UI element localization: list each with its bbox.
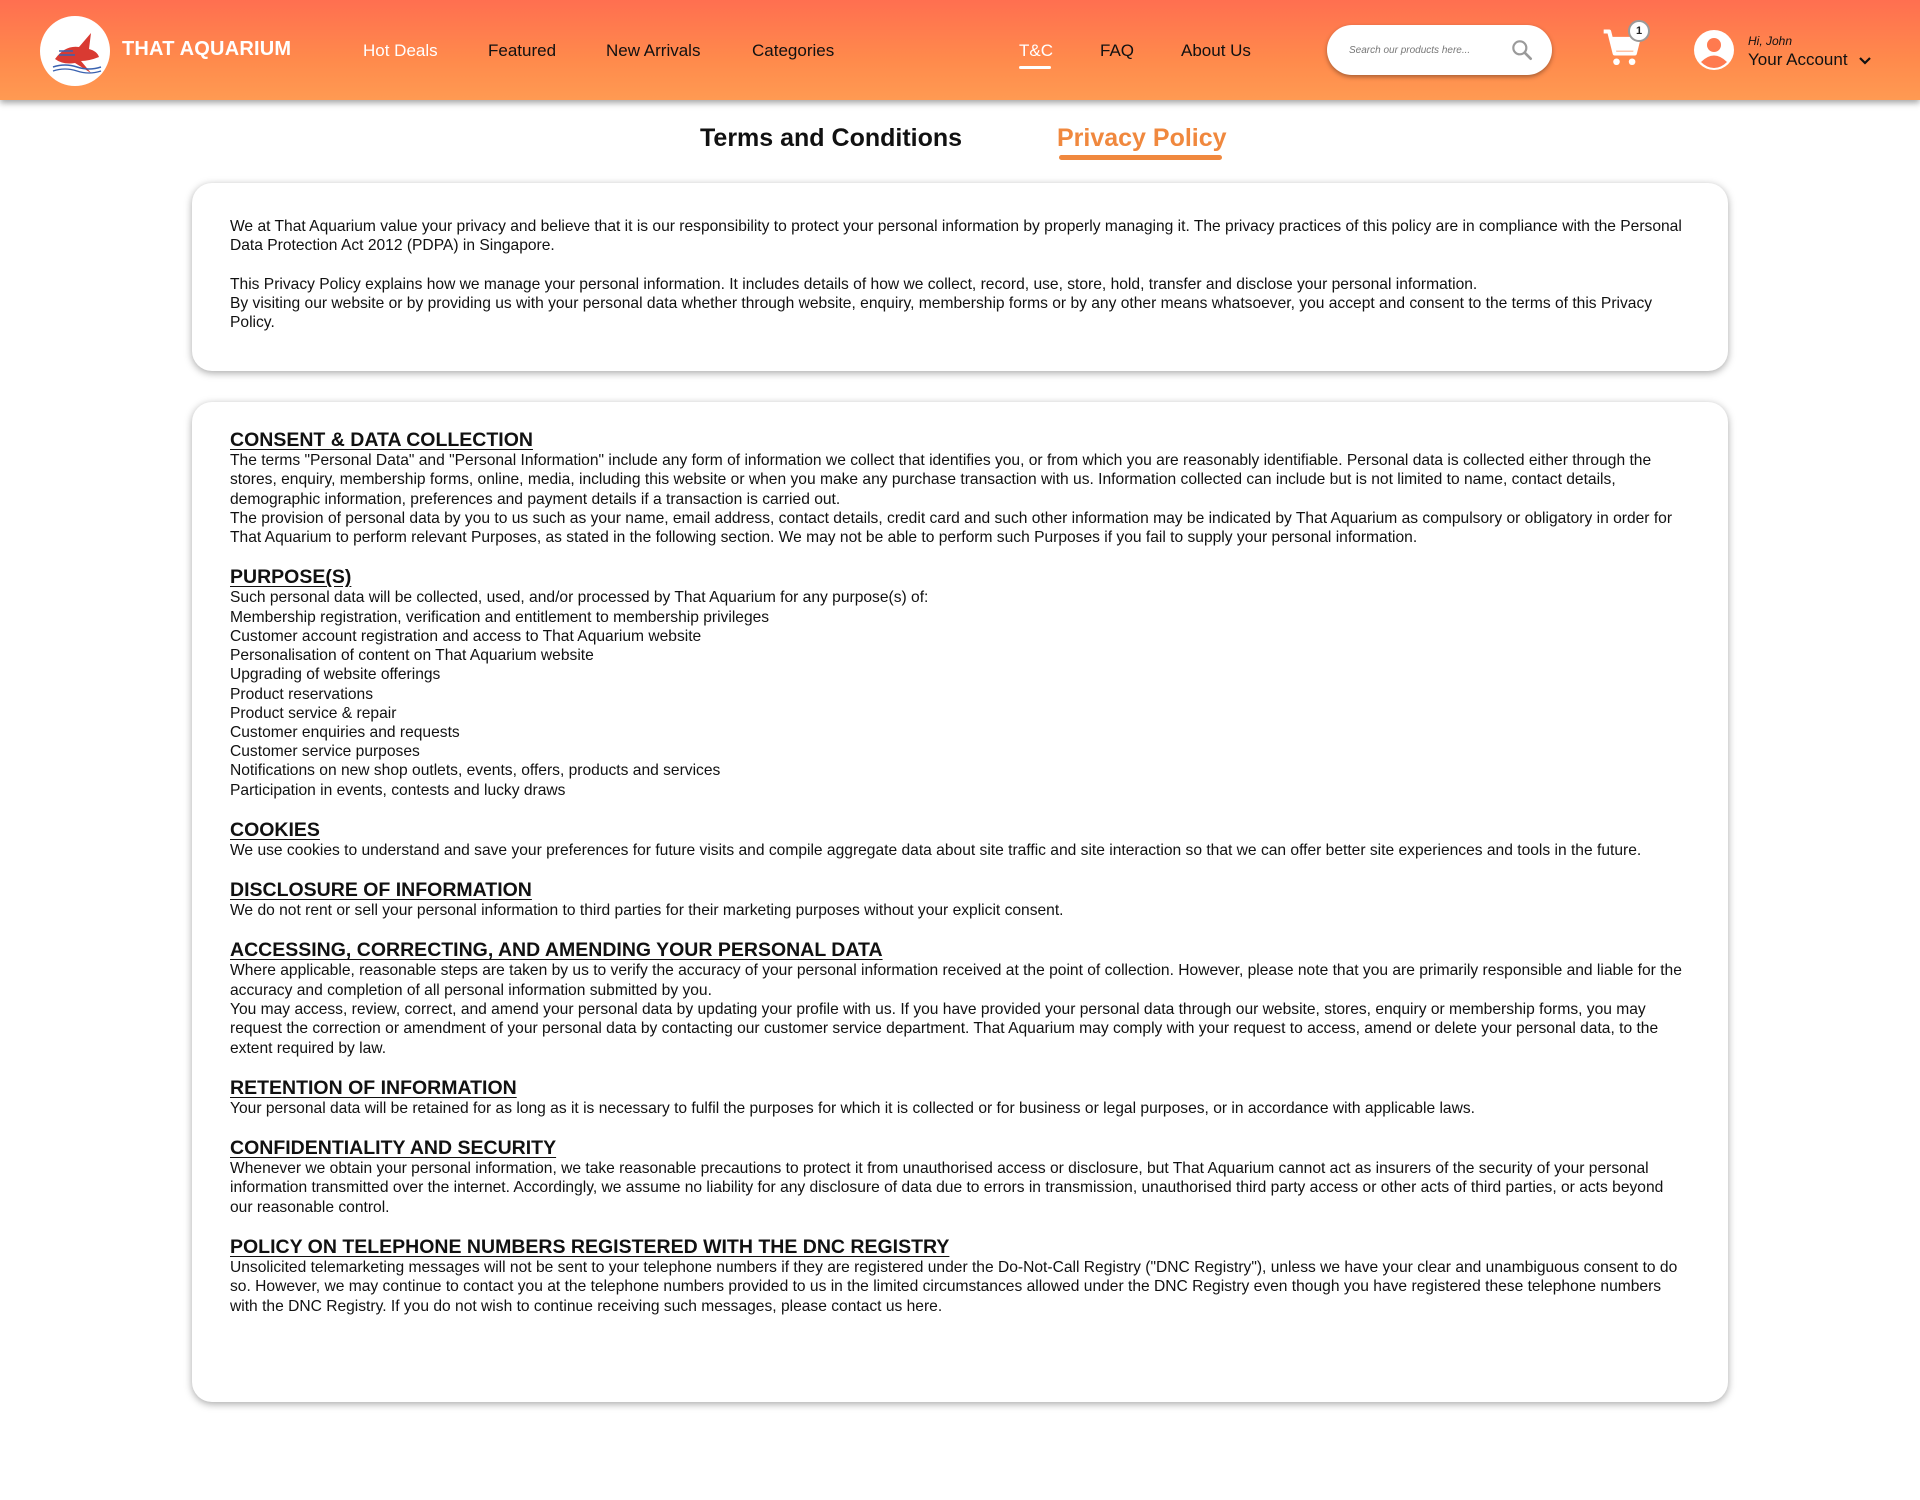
chevron-down-icon[interactable]: [1858, 54, 1872, 68]
intro-paragraph: By visiting our website or by providing …: [230, 294, 1653, 332]
search-input[interactable]: [1349, 40, 1499, 60]
list-item: Upgrading of website offerings: [230, 666, 441, 684]
tab-terms-and-conditions[interactable]: Terms and Conditions: [700, 124, 962, 153]
angelfish-logo-icon: [52, 33, 102, 74]
section-paragraph: Where applicable, reasonable steps are t…: [230, 962, 1682, 999]
top-navbar: THAT AQUARIUM Hot Deals Featured New Arr…: [0, 0, 1920, 100]
intro-paragraph: We at That Aquarium value your privacy a…: [230, 218, 1682, 255]
section-paragraph: We do not rent or sell your personal inf…: [230, 902, 1064, 920]
tab-privacy-policy[interactable]: Privacy Policy: [1057, 124, 1227, 153]
list-item: Product reservations: [230, 685, 374, 703]
brand-name[interactable]: THAT AQUARIUM: [122, 38, 291, 61]
privacy-policy-card: CONSENT & DATA COLLECTION The terms "Per…: [192, 402, 1728, 1402]
search-icon[interactable]: [1509, 37, 1535, 63]
nav-new-arrivals[interactable]: New Arrivals: [606, 41, 700, 61]
section-paragraph: Unsolicited telemarketing messages will …: [230, 1259, 1678, 1315]
section-heading: RETENTION OF INFORMATION: [230, 1076, 517, 1099]
list-item: Customer service purposes: [230, 743, 420, 761]
section-paragraph: The terms "Personal Data" and "Personal …: [230, 452, 1652, 508]
list-item: Customer account registration and access…: [230, 627, 702, 645]
nav-faq[interactable]: FAQ: [1100, 41, 1134, 61]
list-item: Personalisation of content on That Aquar…: [230, 647, 594, 665]
list-item: Participation in events, contests and lu…: [230, 781, 566, 799]
user-avatar-icon[interactable]: [1693, 29, 1735, 71]
section-heading: DISCLOSURE OF INFORMATION: [230, 879, 532, 902]
cart-count-badge: 1: [1628, 20, 1650, 42]
purpose-list: Membership registration, verification an…: [230, 608, 1690, 800]
nav-featured[interactable]: Featured: [488, 41, 556, 61]
account-menu[interactable]: Your Account: [1748, 50, 1848, 70]
section-heading: CONSENT & DATA COLLECTION: [230, 429, 533, 451]
section-paragraph: Such personal data will be collected, us…: [230, 589, 929, 607]
user-greeting: Hi, John: [1748, 34, 1793, 48]
active-tab-indicator: [1059, 155, 1222, 160]
list-item: Product service & repair: [230, 704, 397, 722]
nav-about-us[interactable]: About Us: [1181, 41, 1251, 61]
search-bar: [1327, 25, 1552, 75]
section-paragraph: We use cookies to understand and save yo…: [230, 841, 1642, 859]
section-heading: CONFIDENTIALITY AND SECURITY: [230, 1137, 557, 1160]
section-heading: PURPOSE(S): [230, 566, 352, 589]
section-paragraph: Whenever we obtain your personal informa…: [230, 1160, 1664, 1216]
nav-active-indicator: [1019, 66, 1051, 69]
nav-categories[interactable]: Categories: [752, 41, 834, 61]
list-item: Customer enquiries and requests: [230, 724, 460, 741]
section-paragraph: Your personal data will be retained for …: [230, 1099, 1475, 1117]
nav-tc[interactable]: T&C: [1019, 41, 1053, 61]
section-heading: COOKIES: [230, 818, 320, 841]
brand-logo[interactable]: [40, 16, 110, 86]
intro-paragraph: This Privacy Policy explains how we mana…: [230, 275, 1478, 293]
privacy-intro-card: We at That Aquarium value your privacy a…: [192, 183, 1728, 371]
section-heading: ACCESSING, CORRECTING, AND AMENDING YOUR…: [230, 939, 883, 962]
section-paragraph: You may access, review, correct, and ame…: [230, 1001, 1659, 1057]
section-paragraph: The provision of personal data by you to…: [230, 509, 1673, 547]
list-item: Membership registration, verification an…: [230, 608, 770, 626]
nav-hot-deals[interactable]: Hot Deals: [363, 41, 438, 61]
list-item: Notifications on new shop outlets, event…: [230, 762, 721, 780]
section-heading: POLICY ON TELEPHONE NUMBERS REGISTERED W…: [230, 1236, 950, 1259]
